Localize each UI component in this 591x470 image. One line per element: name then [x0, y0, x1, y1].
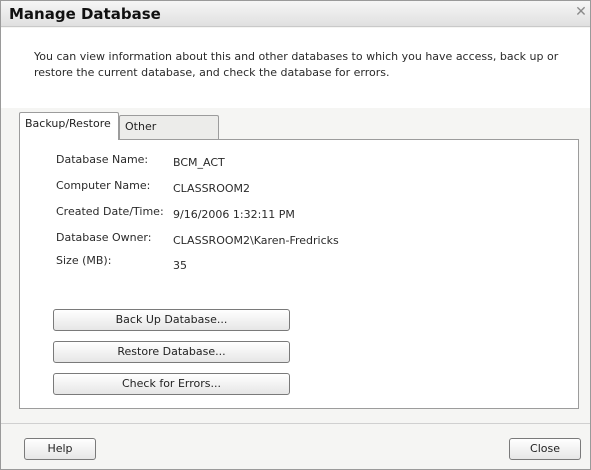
tab-other-databases[interactable]: Other Databases: [119, 115, 219, 155]
database-name-label: Database Name:: [56, 153, 149, 166]
back-up-database-button[interactable]: Back Up Database...: [53, 309, 290, 331]
intro-text: You can view information about this and …: [34, 50, 559, 79]
title-bar: Manage Database ✕: [1, 1, 590, 27]
size-mb-label: Size (MB):: [56, 254, 112, 267]
footer-divider: [1, 423, 590, 424]
created-date-time-value: 9/16/2006 1:32:11 PM: [173, 208, 295, 221]
manage-database-dialog: Manage Database ✕ You can view informati…: [0, 0, 591, 470]
computer-name-value: CLASSROOM2: [173, 182, 250, 195]
created-date-time-label: Created Date/Time:: [56, 205, 164, 218]
database-owner-value: CLASSROOM2\Karen-Fredricks: [173, 234, 339, 247]
tab-backup-restore[interactable]: Backup/Restore: [19, 112, 119, 140]
database-name-value: BCM_ACT: [173, 156, 225, 169]
close-button[interactable]: Close: [509, 438, 581, 460]
help-button[interactable]: Help: [24, 438, 96, 460]
dialog-title: Manage Database: [9, 5, 161, 23]
size-mb-value: 35: [173, 259, 187, 272]
check-for-errors-button[interactable]: Check for Errors...: [53, 373, 290, 395]
database-owner-label: Database Owner:: [56, 231, 152, 244]
close-icon[interactable]: ✕: [574, 4, 588, 20]
computer-name-label: Computer Name:: [56, 179, 151, 192]
restore-database-button[interactable]: Restore Database...: [53, 341, 290, 363]
